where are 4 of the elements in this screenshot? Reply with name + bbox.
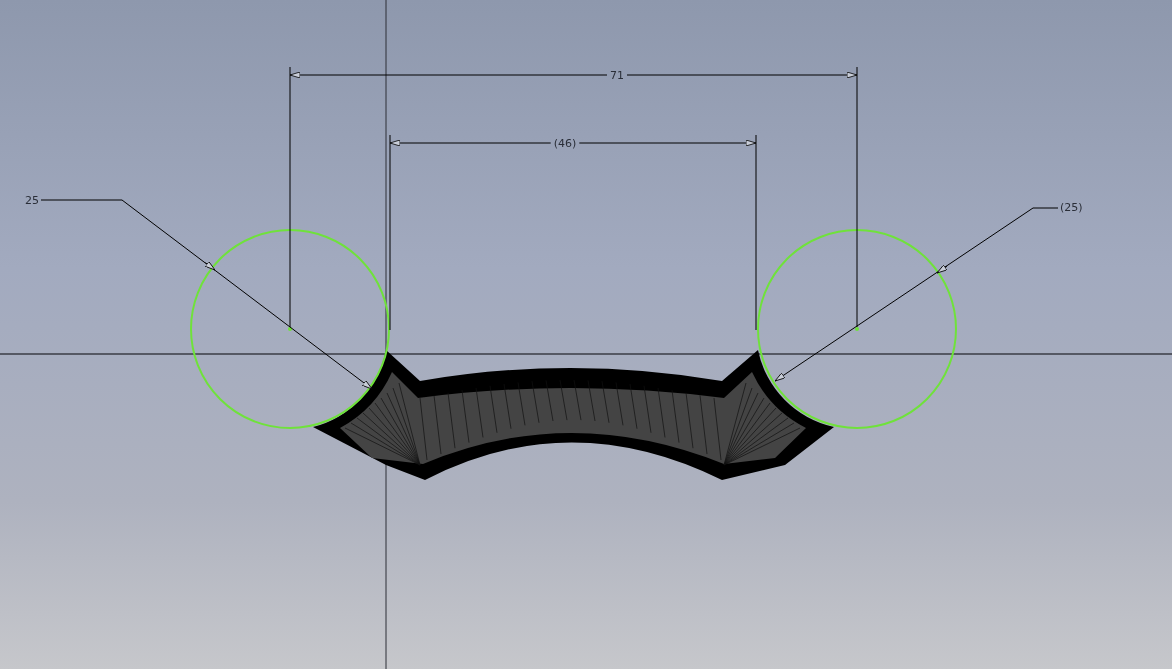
dimension-value: (25) xyxy=(1060,201,1083,214)
dimension-value: 71 xyxy=(610,69,624,82)
dimension-value: (46) xyxy=(553,137,577,150)
dimension-value: 25 xyxy=(25,194,39,207)
